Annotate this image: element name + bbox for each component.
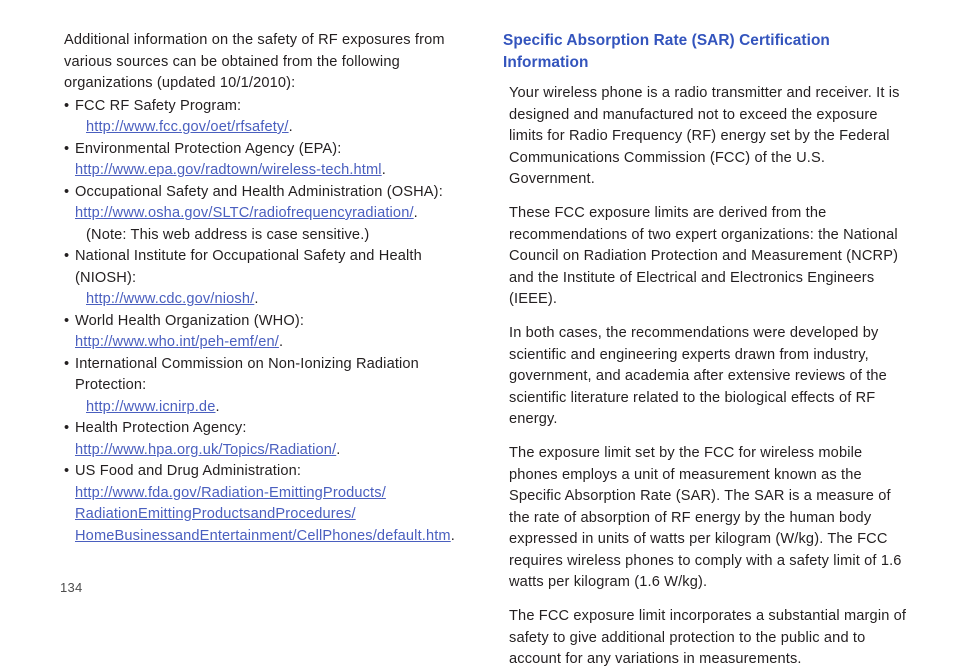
organization-note: (Note: This web address is case sensitiv… <box>86 226 370 243</box>
body-paragraph: In both cases, the recommendations were … <box>509 324 887 428</box>
organization-url-link[interactable]: HomeBusinessandEntertainment/CellPhones/… <box>75 528 451 544</box>
organization-url-link[interactable]: http://www.fcc.gov/oet/rfsafety/ <box>86 119 289 135</box>
bullet-dot-icon: • <box>64 183 70 200</box>
organization-label: • Occupational Safety and Health Administ… <box>64 182 464 204</box>
bullet-dot-icon: • <box>64 97 70 114</box>
body-paragraph: Your wireless phone is a radio transmitt… <box>509 85 900 188</box>
organization-url-line: RadiationEmittingProductsandProcedures/ <box>64 504 464 526</box>
organization-url-line: http://www.fda.gov/Radiation-EmittingPro… <box>64 483 464 505</box>
organization-url-link[interactable]: http://www.icnirp.de <box>86 399 215 415</box>
right-column: Specific Absorption Rate (SAR) Certifica… <box>503 30 911 671</box>
sar-section-heading: Specific Absorption Rate (SAR) Certifica… <box>503 32 830 71</box>
list-item: • World Health Organization (WHO): http://… <box>64 311 464 354</box>
list-item: • US Food and Drug Administration: http://… <box>64 461 464 547</box>
organization-url-link[interactable]: http://www.osha.gov/SLTC/radiofrequencyr… <box>75 205 414 221</box>
organization-url-line: http://www.hpa.org.uk/Topics/Radiation/. <box>75 441 341 458</box>
organization-url-link[interactable]: RadiationEmittingProductsandProcedures/ <box>75 506 356 522</box>
list-item: • Health Protection Agency: http://www.hpa… <box>64 418 464 461</box>
organization-link-list: • FCC RF Safety Program: http://www.fcc.go… <box>64 96 464 548</box>
bullet-dot-icon: • <box>64 312 70 329</box>
list-item: • National Institute for Occupational Saf… <box>64 246 464 311</box>
page-number: 134 <box>60 580 83 595</box>
organization-url-line: http://www.who.int/peh-emf/en/. <box>75 334 284 350</box>
organization-label: • National Institute for Occupational Saf… <box>64 248 422 286</box>
body-paragraph: The exposure limit set by the FCC for wi… <box>509 444 902 591</box>
bullet-dot-icon: • <box>64 355 70 372</box>
list-item: • FCC RF Safety Program: http://www.fcc.go… <box>64 96 464 139</box>
organization-label: • US Food and Drug Administration: <box>64 461 464 483</box>
list-item: • International Commission on Non-Ionizin… <box>64 354 464 419</box>
intro-paragraph: Additional information on the safety of … <box>64 32 445 91</box>
organization-label: • FCC RF Safety Program: <box>64 96 464 118</box>
organization-url-link[interactable]: http://www.hpa.org.uk/Topics/Radiation/ <box>75 442 336 458</box>
organization-url-line: HomeBusinessandEntertainment/CellPhones/… <box>75 527 455 544</box>
body-paragraph: The FCC exposure limit incorporates a su… <box>509 608 907 668</box>
bullet-dot-icon: • <box>64 420 70 436</box>
document-page: Additional information on the safety of … <box>0 0 954 667</box>
organization-label: • International Commission on Non-Ionizin… <box>64 355 419 394</box>
left-column: Additional information on the safety of … <box>64 30 464 547</box>
bullet-dot-icon: • <box>64 463 70 479</box>
organization-url-link[interactable]: http://www.cdc.gov/niosh/ <box>86 291 254 307</box>
bullet-dot-icon: • <box>64 248 70 264</box>
bullet-dot-icon: • <box>64 140 70 157</box>
organization-url-line: http://www.osha.gov/SLTC/radiofrequencyr… <box>75 205 418 221</box>
organization-url-link[interactable]: http://www.epa.gov/radtown/wireless-tech… <box>75 162 382 178</box>
body-paragraph: These FCC exposure limits are derived fr… <box>509 204 899 308</box>
organization-label: • World Health Organization (WHO): <box>64 311 464 333</box>
organization-label: • Health Protection Agency: <box>64 418 464 440</box>
organization-url-link[interactable]: http://www.who.int/peh-emf/en/ <box>75 334 279 350</box>
organization-url-line: http://www.icnirp.de. <box>86 398 220 415</box>
sar-paragraphs: Your wireless phone is a radio transmitt… <box>503 83 911 671</box>
organization-url-line: http://www.fcc.gov/oet/rfsafety/. <box>86 119 293 135</box>
organization-url-line: http://www.cdc.gov/niosh/. <box>86 291 259 307</box>
list-item: • Environmental Protection Agency (EPA): h… <box>64 139 464 182</box>
organization-url-link[interactable]: http://www.fda.gov/Radiation-EmittingPro… <box>75 485 386 501</box>
list-item: • Occupational Safety and Health Administ… <box>64 182 464 247</box>
organization-label: • Environmental Protection Agency (EPA): <box>64 139 464 161</box>
organization-url-line: http://www.epa.gov/radtown/wireless-tech… <box>75 162 386 178</box>
